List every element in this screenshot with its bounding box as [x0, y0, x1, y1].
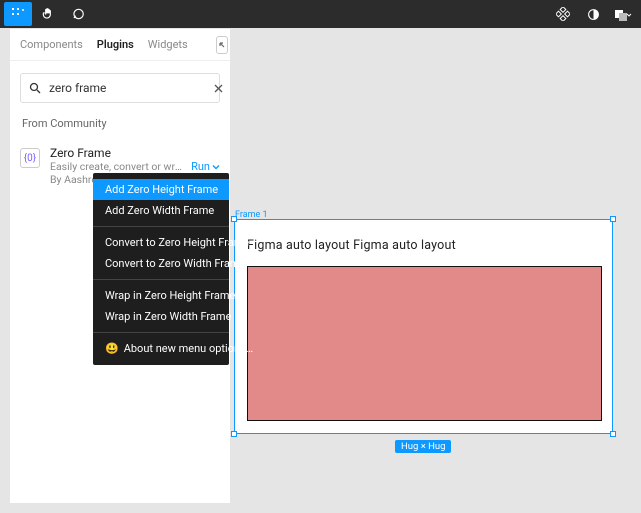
tab-widgets[interactable]: Widgets — [148, 38, 188, 51]
plugin-run-button[interactable]: Run — [191, 160, 220, 173]
dd-wrap-zero-width[interactable]: Wrap in Zero Width Frame — [93, 306, 229, 327]
frame-size-badge: Hug × Hug — [395, 440, 451, 453]
dark-mode-button[interactable] — [579, 2, 607, 26]
overlap-button[interactable] — [609, 2, 637, 26]
dd-convert-zero-height[interactable]: Convert to Zero Height Frame — [93, 232, 229, 253]
contrast-icon — [587, 8, 600, 21]
plugin-actions-dropdown: Add Zero Height Frame Add Zero Width Fra… — [93, 173, 229, 365]
selection-handle-bl[interactable] — [231, 431, 237, 437]
mask-icon — [614, 8, 632, 21]
plugin-icon: {0} — [20, 148, 40, 168]
frame-text-layer[interactable]: Figma auto layout Figma auto layout — [247, 238, 456, 253]
dropdown-separator — [93, 332, 229, 333]
grid-icon — [11, 7, 25, 21]
panel-back-button[interactable] — [216, 36, 228, 54]
plugin-description: Easily create, convert or wrap lay… — [50, 160, 185, 173]
frame-inner-rectangle[interactable] — [247, 266, 602, 421]
dd-about[interactable]: 😃About new menu options… — [93, 338, 229, 359]
dropdown-separator — [93, 226, 229, 227]
search-row — [10, 61, 230, 111]
search-box[interactable] — [20, 73, 220, 103]
dd-convert-zero-width[interactable]: Convert to Zero Width Frame — [93, 253, 229, 274]
frame-label[interactable]: Frame 1 — [235, 210, 268, 220]
dd-about-label: About new menu options… — [124, 342, 253, 355]
panel-tabs: Components Plugins Widgets — [10, 29, 230, 61]
run-label: Run — [191, 160, 210, 173]
selection-handle-tl[interactable] — [231, 216, 237, 222]
figma-menu-button[interactable] — [4, 2, 32, 26]
selection-handle-tr[interactable] — [610, 216, 616, 222]
arrow-up-left-icon — [217, 40, 227, 50]
chevron-down-icon — [212, 163, 220, 171]
topbar-right — [549, 2, 637, 26]
clear-search-button[interactable] — [213, 83, 224, 94]
smile-icon: 😃 — [105, 342, 119, 355]
search-icon — [29, 82, 41, 94]
dd-add-zero-width[interactable]: Add Zero Width Frame — [93, 200, 229, 221]
plugin-name: Zero Frame — [50, 146, 220, 160]
search-input[interactable] — [49, 81, 205, 95]
selection-handle-br[interactable] — [610, 431, 616, 437]
dd-wrap-zero-height[interactable]: Wrap in Zero Height Frame — [93, 285, 229, 306]
section-from-community: From Community — [10, 111, 230, 140]
components-button[interactable] — [549, 2, 577, 26]
tab-plugins[interactable]: Plugins — [97, 38, 134, 51]
topbar — [0, 0, 641, 28]
diamond-grid-icon — [556, 7, 570, 21]
topbar-left — [4, 2, 92, 26]
hand-icon — [41, 7, 55, 21]
comment-icon — [71, 7, 85, 21]
hand-tool-button[interactable] — [34, 2, 62, 26]
dd-add-zero-height[interactable]: Add Zero Height Frame — [93, 179, 229, 200]
tab-components[interactable]: Components — [20, 38, 83, 51]
dropdown-separator — [93, 279, 229, 280]
selected-frame[interactable]: Frame 1 Figma auto layout Figma auto lay… — [234, 219, 613, 434]
comment-tool-button[interactable] — [64, 2, 92, 26]
